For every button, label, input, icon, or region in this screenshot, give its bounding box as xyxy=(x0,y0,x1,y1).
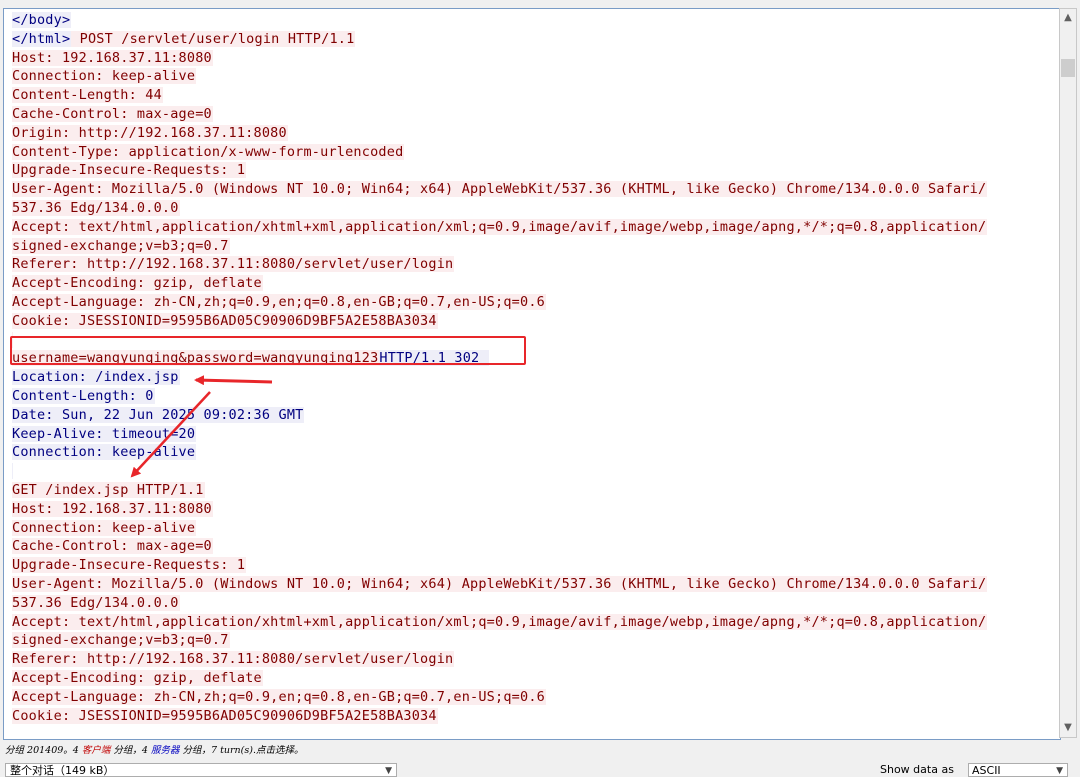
client-text: Upgrade-Insecure-Requests: 1 xyxy=(12,557,247,574)
chevron-up-icon[interactable]: ▲ xyxy=(1060,9,1076,27)
client-text: Content-Length: 44 xyxy=(12,87,163,104)
status-suffix: 分组，7 turn(s).点击选择。 xyxy=(179,745,304,756)
status-middle: 分组，4 xyxy=(110,745,151,756)
scrollbar-thumb[interactable] xyxy=(1061,59,1075,77)
client-text: Accept: text/html,application/xhtml+xml,… xyxy=(12,613,988,630)
stream-line: Accept-Language: zh-CN,zh;q=0.9,en;q=0.8… xyxy=(12,688,546,707)
chevron-down-icon[interactable]: ▼ xyxy=(1060,719,1076,737)
client-text: Connection: keep-alive xyxy=(12,68,197,85)
stream-line: Accept: text/html,application/xhtml+xml,… xyxy=(12,613,988,632)
client-text: 537.36 Edg/134.0.0.0 xyxy=(12,200,180,216)
stream-line: Referer: http://192.168.37.11:8080/servl… xyxy=(12,650,455,669)
stream-line: Upgrade-Insecure-Requests: 1 xyxy=(12,161,247,180)
stream-line xyxy=(12,462,13,481)
stream-line: Location: /index.jsp xyxy=(12,368,180,387)
stream-line: Connection: keep-alive xyxy=(12,67,197,86)
client-text: User-Agent: Mozilla/5.0 (Windows NT 10.0… xyxy=(12,576,988,592)
client-text: Host: 192.168.37.11:8080 xyxy=(12,500,213,517)
client-text: Content-Type: application/x-www-form-url… xyxy=(12,143,405,160)
status-server-label: 服务器 xyxy=(150,745,180,756)
client-text: Cache-Control: max-age=0 xyxy=(12,538,213,555)
server-text: </html> xyxy=(12,30,72,47)
client-text: Accept-Encoding: gzip, deflate xyxy=(12,275,263,292)
server-text: Location: /index.jsp xyxy=(12,369,180,386)
stream-line: Host: 192.168.37.11:8080 xyxy=(12,500,213,519)
client-text: Host: 192.168.37.11:8080 xyxy=(12,49,213,66)
client-text: Referer: http://192.168.37.11:8080/servl… xyxy=(12,651,455,668)
client-text: Cache-Control: max-age=0 xyxy=(12,106,213,122)
stream-line: Cookie: JSESSIONID=9595B6AD05C90906D9BF5… xyxy=(12,312,438,331)
client-text: Origin: http://192.168.37.11:8080 xyxy=(12,124,288,141)
stream-line: User-Agent: Mozilla/5.0 (Windows NT 10.0… xyxy=(12,575,988,594)
stream-line: Content-Type: application/x-www-form-url… xyxy=(12,143,405,162)
client-text: Upgrade-Insecure-Requests: 1 xyxy=(12,162,247,179)
annotation-highlight-box xyxy=(10,336,526,365)
client-text: Connection: keep-alive xyxy=(12,519,197,536)
chevron-down-icon: ▼ xyxy=(385,766,392,776)
client-text: signed-exchange;v=b3;q=0.7 xyxy=(12,632,230,649)
client-text: Cookie: JSESSIONID=9595B6AD05C90906D9BF5… xyxy=(12,312,438,329)
stream-line: Host: 192.168.37.11:8080 xyxy=(12,49,213,68)
stream-line: Content-Length: 44 xyxy=(12,86,163,105)
client-text: User-Agent: Mozilla/5.0 (Windows NT 10.0… xyxy=(12,181,988,198)
stream-line: Cache-Control: max-age=0 xyxy=(12,537,213,556)
client-text: POST /servlet/user/login HTTP/1.1 xyxy=(71,30,356,47)
server-text xyxy=(12,463,13,480)
stream-line: 537.36 Edg/134.0.0.0 xyxy=(12,594,180,613)
server-text: Content-Length: 0 xyxy=(12,388,155,404)
client-text: Referer: http://192.168.37.11:8080/servl… xyxy=(12,256,455,273)
stream-line: Origin: http://192.168.37.11:8080 xyxy=(12,124,288,143)
stream-line: Cache-Control: max-age=0 xyxy=(12,105,213,124)
client-text: 537.36 Edg/134.0.0.0 xyxy=(12,594,180,611)
stream-line: </html> POST /servlet/user/login HTTP/1.… xyxy=(12,30,356,49)
stream-line: Connection: keep-alive xyxy=(12,443,197,462)
stream-line: Accept-Encoding: gzip, deflate xyxy=(12,669,263,688)
stream-line: Cookie: JSESSIONID=9595B6AD05C90906D9BF5… xyxy=(12,707,438,726)
stream-line: signed-exchange;v=b3;q=0.7 xyxy=(12,237,230,256)
stream-line: </body> xyxy=(12,11,72,30)
stream-line: Connection: keep-alive xyxy=(12,519,197,538)
client-text: Accept-Encoding: gzip, deflate xyxy=(12,670,263,686)
stream-line: Referer: http://192.168.37.11:8080/servl… xyxy=(12,255,455,274)
vertical-scrollbar[interactable]: ▲ ▼ xyxy=(1059,8,1077,738)
stream-content-pane[interactable]: </body> </html> POST /servlet/user/login … xyxy=(3,8,1061,740)
status-bar[interactable]: 分组 201409。4 客户端 分组，4 服务器 分组，7 turn(s).点击… xyxy=(5,742,303,758)
footer-controls: 整个对话（149 kB） ▼ Show data as ASCII ▼ xyxy=(0,762,1080,777)
conversation-select-value: 整个对话（149 kB） xyxy=(10,764,115,777)
client-text: Accept-Language: zh-CN,zh;q=0.9,en;q=0.8… xyxy=(12,294,546,310)
status-prefix: 分组 201409。4 xyxy=(5,745,82,756)
stream-line: Content-Length: 0 xyxy=(12,387,155,406)
server-text: Keep-Alive: timeout=20 xyxy=(12,425,197,442)
server-text: Connection: keep-alive xyxy=(12,444,197,461)
stream-line: User-Agent: Mozilla/5.0 (Windows NT 10.0… xyxy=(12,180,988,199)
client-text: Accept: text/html,application/xhtml+xml,… xyxy=(12,218,988,235)
stream-line: Accept: text/html,application/xhtml+xml,… xyxy=(12,218,988,237)
follow-tcp-stream-window: </body> </html> POST /servlet/user/login … xyxy=(0,0,1080,777)
client-text: GET /index.jsp HTTP/1.1 xyxy=(12,482,205,498)
server-text: </body> xyxy=(12,12,72,28)
chevron-down-icon: ▼ xyxy=(1056,766,1063,776)
stream-line: Accept-Encoding: gzip, deflate xyxy=(12,274,263,293)
stream-line: Keep-Alive: timeout=20 xyxy=(12,425,197,444)
status-client-label: 客户端 xyxy=(81,745,111,756)
client-text: Accept-Language: zh-CN,zh;q=0.9,en;q=0.8… xyxy=(12,688,546,705)
stream-line: Date: Sun, 22 Jun 2025 09:02:36 GMT xyxy=(12,406,305,425)
server-text: Date: Sun, 22 Jun 2025 09:02:36 GMT xyxy=(12,406,305,423)
stream-line: Upgrade-Insecure-Requests: 1 xyxy=(12,556,247,575)
stream-line: signed-exchange;v=b3;q=0.7 xyxy=(12,631,230,650)
data-format-value: ASCII xyxy=(972,764,1001,777)
stream-line: Accept-Language: zh-CN,zh;q=0.9,en;q=0.8… xyxy=(12,293,546,312)
client-text: Cookie: JSESSIONID=9595B6AD05C90906D9BF5… xyxy=(12,707,438,724)
stream-line: GET /index.jsp HTTP/1.1 xyxy=(12,481,205,500)
client-text: signed-exchange;v=b3;q=0.7 xyxy=(12,237,230,254)
stream-line: 537.36 Edg/134.0.0.0 xyxy=(12,199,180,218)
